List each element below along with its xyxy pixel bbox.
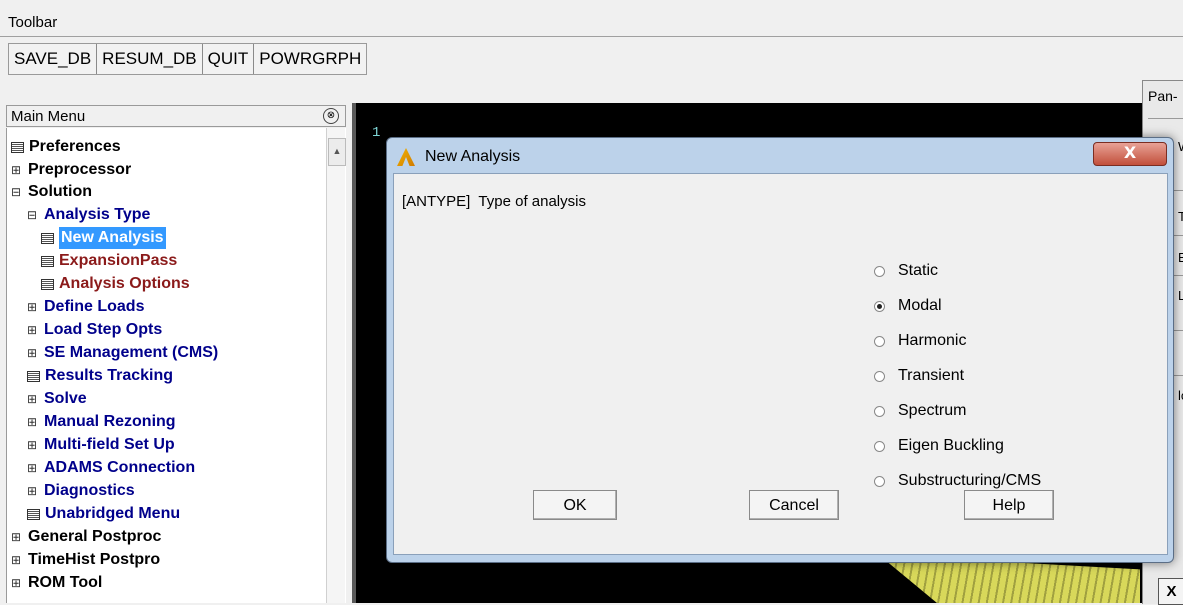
new-analysis-dialog: New Analysis X [ANTYPE] Type of analysis…: [386, 137, 1174, 563]
radio-eigen-buckling[interactable]: Eigen Buckling: [874, 437, 1004, 455]
radio-selected-icon[interactable]: [874, 300, 885, 312]
antype-label: [ANTYPE] Type of analysis: [402, 193, 586, 210]
menu-item-rom-tool[interactable]: ⊞ ROM Tool: [11, 572, 102, 594]
menu-item-analysis-type[interactable]: ⊟ Analysis Type: [27, 204, 150, 226]
menu-item-unabridged-menu[interactable]: Unabridged Menu: [27, 503, 180, 525]
expand-icon: ⊞: [27, 438, 38, 452]
radio-icon[interactable]: [874, 335, 885, 347]
expand-icon: ⊞: [27, 323, 38, 337]
expand-icon: ⊞: [27, 461, 38, 475]
expand-icon: ⊞: [27, 415, 38, 429]
expand-icon: ⊞: [27, 346, 38, 360]
expand-icon: ⊞: [11, 553, 22, 567]
expand-icon: ⊞: [27, 392, 38, 406]
menu-item-preprocessor[interactable]: ⊞ Preprocessor: [11, 159, 131, 181]
save-db-button[interactable]: SAVE_DB: [9, 44, 98, 74]
radio-transient[interactable]: Transient: [874, 367, 964, 385]
radio-substructuring-cms[interactable]: Substructuring/CMS: [874, 472, 1041, 490]
radio-icon[interactable]: [874, 440, 885, 452]
function-icon: [11, 141, 24, 153]
expand-icon: ⊞: [11, 576, 22, 590]
toolbar: SAVE_DB RESUM_DB QUIT POWRGRPH: [8, 43, 368, 75]
menu-item-adams-connection[interactable]: ⊞ ADAMS Connection: [27, 457, 195, 479]
dialog-body: [ANTYPE] Type of analysis Static Modal H…: [393, 173, 1168, 555]
main-menu-header: Main Menu ⊗: [6, 105, 346, 127]
menu-item-expansion-pass[interactable]: ExpansionPass: [41, 250, 177, 272]
menu-item-multi-field-setup[interactable]: ⊞ Multi-field Set Up: [27, 434, 175, 456]
function-icon: [41, 255, 54, 267]
expand-icon: ⊞: [27, 484, 38, 498]
function-icon: [41, 278, 54, 290]
toolbar-divider: [0, 36, 1183, 37]
expand-icon: ⊞: [11, 530, 22, 544]
pan-close-button[interactable]: X: [1158, 578, 1183, 605]
menu-item-preferences[interactable]: Preferences: [11, 136, 121, 158]
expand-icon: ⊞: [27, 300, 38, 314]
menu-scrollbar[interactable]: ▲: [326, 128, 346, 603]
pan-panel-title: Pan-: [1148, 88, 1178, 104]
cancel-button[interactable]: Cancel: [749, 490, 839, 520]
quit-button[interactable]: QUIT: [202, 44, 255, 74]
dialog-title: New Analysis: [425, 148, 521, 165]
menu-item-general-postproc[interactable]: ⊞ General Postproc: [11, 526, 161, 548]
radio-icon[interactable]: [874, 475, 885, 487]
menu-item-timehist-postpro[interactable]: ⊞ TimeHist Postpro: [11, 549, 160, 571]
help-button[interactable]: Help: [964, 490, 1054, 520]
menu-item-define-loads[interactable]: ⊞ Define Loads: [27, 296, 144, 318]
menu-item-results-tracking[interactable]: Results Tracking: [27, 365, 173, 387]
menu-item-manual-rezoning[interactable]: ⊞ Manual Rezoning: [27, 411, 176, 433]
resum-db-button[interactable]: RESUM_DB: [97, 44, 203, 74]
toolbar-label: Toolbar: [8, 14, 58, 31]
radio-icon[interactable]: [874, 405, 885, 417]
collapse-icon[interactable]: ⊗: [323, 108, 339, 124]
collapse-tree-icon: ⊟: [11, 185, 22, 199]
main-menu-title: Main Menu: [11, 108, 86, 125]
collapse-tree-icon: ⊟: [27, 208, 38, 222]
close-button[interactable]: X: [1093, 142, 1167, 166]
window-number: 1: [372, 125, 381, 141]
menu-item-new-analysis[interactable]: New Analysis: [41, 227, 166, 249]
expand-icon: ⊞: [11, 163, 22, 177]
menu-item-diagnostics[interactable]: ⊞ Diagnostics: [27, 480, 135, 502]
menu-item-solve[interactable]: ⊞ Solve: [27, 388, 87, 410]
radio-spectrum[interactable]: Spectrum: [874, 402, 966, 420]
function-icon: [27, 508, 40, 520]
ok-button[interactable]: OK: [533, 490, 617, 520]
radio-static[interactable]: Static: [874, 262, 938, 280]
scroll-up-arrow-icon[interactable]: ▲: [328, 138, 346, 166]
menu-item-solution[interactable]: ⊟ Solution: [11, 181, 92, 203]
function-icon: [41, 232, 54, 244]
menu-item-analysis-options[interactable]: Analysis Options: [41, 273, 190, 295]
main-menu-tree: Preferences ⊞ Preprocessor ⊟ Solution ⊟ …: [6, 128, 346, 603]
function-icon: [27, 370, 40, 382]
radio-harmonic[interactable]: Harmonic: [874, 332, 966, 350]
radio-modal[interactable]: Modal: [874, 297, 942, 315]
ansys-logo-icon: [397, 148, 415, 166]
menu-item-se-management[interactable]: ⊞ SE Management (CMS): [27, 342, 218, 364]
powrgrph-button[interactable]: POWRGRPH: [254, 44, 367, 74]
menu-item-load-step-opts[interactable]: ⊞ Load Step Opts: [27, 319, 162, 341]
radio-icon[interactable]: [874, 265, 885, 277]
radio-icon[interactable]: [874, 370, 885, 382]
